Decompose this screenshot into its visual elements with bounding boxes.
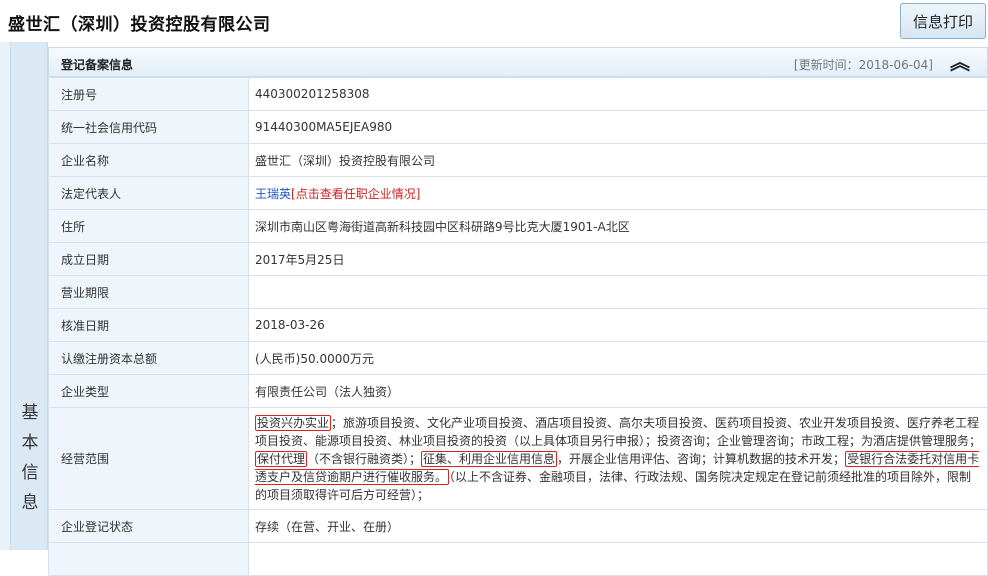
print-info-button[interactable]: 信息打印 [900,3,986,39]
field-label: 营业期限 [48,275,249,309]
empty-value [248,542,988,576]
reg-no-value: 440300201258308 [248,77,988,111]
highlight-box: 投资兴办实业 [255,414,332,431]
address-value: 深圳市南山区粤海街道高新科技园中区科研路9号比克大厦1901-A北区 [248,209,988,243]
registration-panel: 登记备案信息 [更新时间：2018-06-04] ︽ 注册号 440300201… [48,47,988,576]
table-row: 认缴注册资本总额 (人民币)50.0000万元 [48,341,988,375]
update-time: [更新时间：2018-06-04] [793,58,933,72]
field-label: 核准日期 [48,308,249,342]
type-value: 有限责任公司（法人独资） [248,374,988,408]
side-tab-label: 基本信息 [21,403,39,513]
field-label: 成立日期 [48,242,249,276]
panel-header: 登记备案信息 [更新时间：2018-06-04] ︽ [48,47,988,77]
top-bar: 盛世汇（深圳）投资控股有限公司 信息打印 [0,0,988,42]
table-row: 成立日期 2017年5月25日 [48,242,988,276]
field-label: 企业类型 [48,374,249,408]
highlight-box: 保付代理 [255,450,308,467]
field-label-empty [48,542,249,576]
left-band [0,42,10,550]
table-row: 企业名称 盛世汇（深圳）投资控股有限公司 [48,143,988,177]
panel-title: 登记备案信息 [61,58,134,72]
table-row: 核准日期 2018-03-26 [48,308,988,342]
legal-rep-cell: 王瑞英[点击查看任职企业情况] [248,176,988,210]
table-row [48,542,988,576]
info-table: 注册号 440300201258308 统一社会信用代码 91440300MA5… [48,77,988,576]
collapse-icon[interactable]: ︽ [947,51,973,73]
scope-text: （不含银行融资类）； [307,451,422,466]
legal-rep-name[interactable]: 王瑞英 [255,187,291,201]
approved-value: 2018-03-26 [248,308,988,342]
field-label: 认缴注册资本总额 [48,341,249,375]
scope-text: ；旅游项目投资、文化产业项目投资、酒店项目投资、高尔夫项目投资、医药项目投资、农… [255,415,982,448]
table-row: 营业期限 [48,275,988,309]
field-label: 法定代表人 [48,176,249,210]
field-label: 统一社会信用代码 [48,110,249,144]
table-row: 法定代表人 王瑞英[点击查看任职企业情况] [48,176,988,210]
table-row: 住所 深圳市南山区粤海街道高新科技园中区科研路9号比克大厦1901-A北区 [48,209,988,243]
view-positions-link[interactable]: [点击查看任职企业情况] [291,187,420,201]
founded-value: 2017年5月25日 [248,242,988,276]
table-row: 企业类型 有限责任公司（法人独资） [48,374,988,408]
field-label: 企业名称 [48,143,249,177]
company-name-value: 盛世汇（深圳）投资控股有限公司 [248,143,988,177]
table-row: 企业登记状态 存续（在营、开业、在册） [48,509,988,543]
status-value: 存续（在营、开业、在册） [248,509,988,543]
side-tab-basic-info[interactable]: 基本信息 [10,42,48,550]
field-label: 经营范围 [48,407,249,510]
business-scope-value: 投资兴办实业 ；旅游项目投资、文化产业项目投资、酒店项目投资、高尔夫项目投资、医药… [248,407,988,510]
highlight-box: 征集、利用企业信用信息 [421,450,558,467]
field-label: 企业登记状态 [48,509,249,543]
field-label: 注册号 [48,77,249,111]
capital-value: (人民币)50.0000万元 [248,341,988,375]
table-row: 统一社会信用代码 91440300MA5EJEA980 [48,110,988,144]
company-title: 盛世汇（深圳）投资控股有限公司 [8,15,271,35]
field-label: 住所 [48,209,249,243]
term-value [248,275,988,309]
table-row: 经营范围 投资兴办实业 ；旅游项目投资、文化产业项目投资、酒店项目投资、高尔夫项目… [48,407,988,510]
table-row: 注册号 440300201258308 [48,77,988,111]
credit-code-value: 91440300MA5EJEA980 [248,110,988,144]
scope-text: ，开展企业信用评估、咨询；计算机数据的技术开发； [557,451,846,466]
